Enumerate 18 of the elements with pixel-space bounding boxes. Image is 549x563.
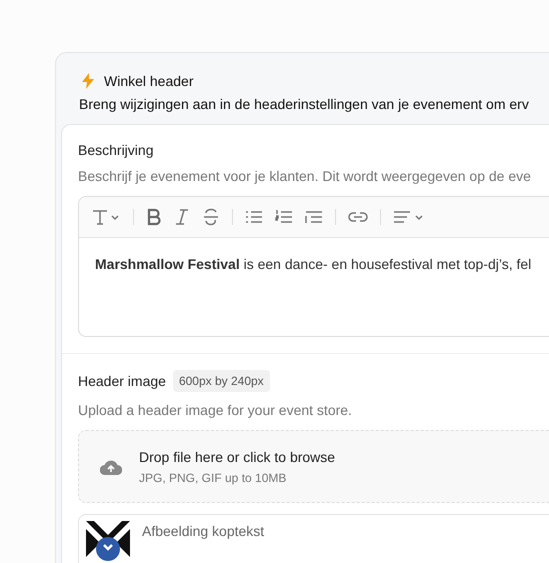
italic-icon[interactable] [174,207,190,227]
cloud-upload-icon [100,458,122,474]
size-badge: 600px by 240px [172,370,270,392]
lightning-icon [82,73,94,89]
rich-text-editor[interactable]: Marshmallow Festival is een dance- en housefestival met top-dj’s, fel [78,196,549,337]
section-label: Beschrijving [78,142,154,158]
bold-icon[interactable] [146,207,162,227]
panel-description: Breng wijzigingen aan in de headerinstellingen van je evenement om erv [79,96,530,112]
editor-text: Marshmallow Festival is een dance- en housefestival met top-dj’s, fel [94,255,532,274]
help-text: Beschrijf je evenement voor je klanten. Dit wordt weergegeven op de eve [78,168,532,184]
panel-title: Winkel header [104,73,194,89]
help-text: Upload a header image for your event store. [78,402,353,418]
file-dropzone[interactable]: Drop file here or click to browse JPG, PNG, GIF up to 10MB [78,430,549,503]
dropzone-hint: JPG, PNG, GIF up to 10MB [139,470,288,484]
strikethrough-icon[interactable] [202,207,220,227]
dropzone-title: Drop file here or click to browse [139,448,336,464]
section-label: Header image [78,373,166,389]
file-name: Afbeelding koptekst [142,523,264,539]
